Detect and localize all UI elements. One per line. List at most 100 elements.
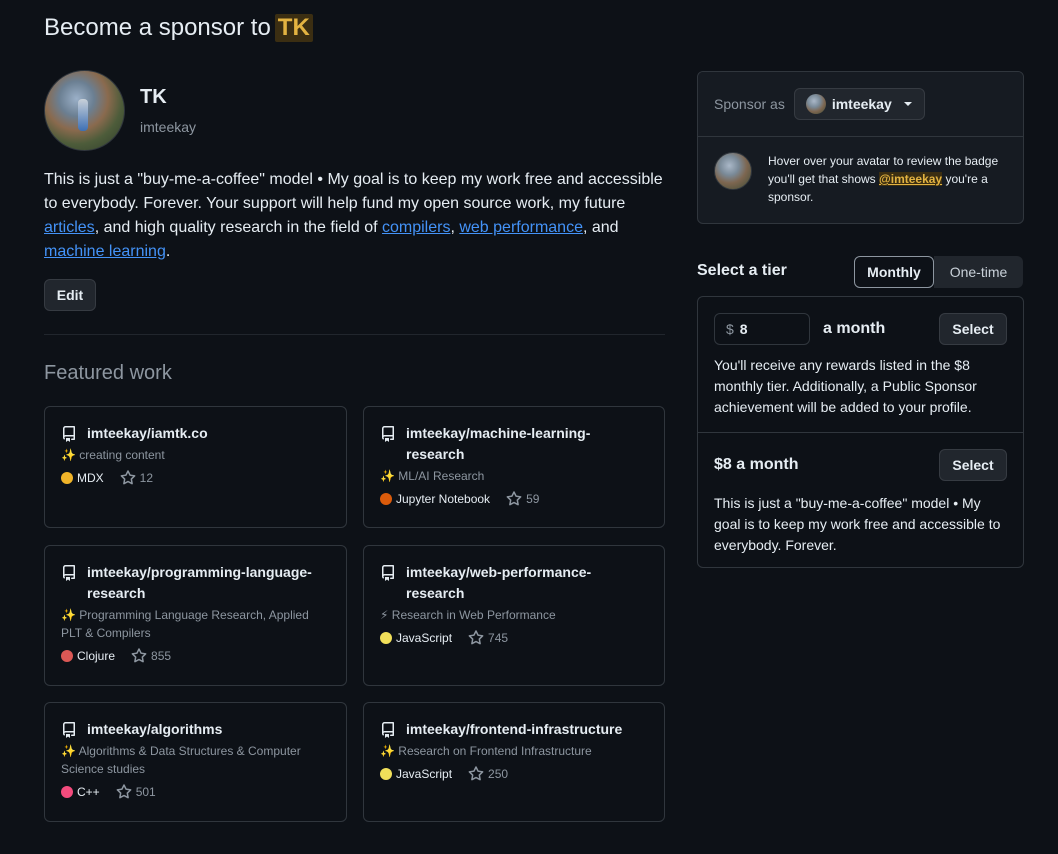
sponsor-badge-avatar[interactable] — [714, 152, 752, 190]
repo-link[interactable]: imteekay/algorithms — [87, 719, 222, 740]
repo-icon — [63, 722, 75, 738]
caret-down-icon — [903, 102, 912, 106]
repo-description: ✨ Programming Language Research, Applied… — [61, 606, 330, 642]
repo-description-text: Algorithms & Data Structures & Computer … — [61, 744, 301, 776]
articles-link[interactable]: articles — [44, 219, 95, 236]
language-name: JavaScript — [396, 767, 453, 781]
repo-language: Jupyter Notebook — [380, 492, 490, 506]
star-count: 745 — [488, 631, 509, 645]
repo-card: imteekay/frontend-infrastructure ✨ Resea… — [363, 702, 665, 822]
repo-description: ✨ creating content — [61, 446, 330, 464]
repo-icon — [63, 565, 75, 581]
star-icon — [120, 470, 136, 485]
repo-card: imteekay/iamtk.co ✨ creating content MDX… — [44, 406, 347, 528]
repo-icon — [382, 426, 394, 442]
tier-description: This is just a "buy-me-a-coffee" model •… — [714, 495, 1001, 553]
select-tier-title: Select a tier — [697, 262, 787, 279]
repo-description: ⚡ Research in Web Performance — [380, 606, 648, 624]
currency-symbol: $ — [726, 321, 734, 337]
repo-stars[interactable]: 59 — [506, 491, 539, 507]
sparkles-icon: ✨ — [380, 469, 395, 483]
custom-amount-input[interactable]: $ 8 — [714, 313, 810, 345]
profile-name: TK — [140, 86, 167, 108]
language-color-dot — [380, 493, 392, 505]
star-icon — [116, 784, 132, 799]
repo-card: imteekay/machine-learning-research ✨ ML/… — [363, 406, 665, 528]
sponsor-as-panel: Sponsor as imteekay Hover over your avat… — [697, 71, 1024, 224]
language-color-dot — [380, 632, 392, 644]
repo-link[interactable]: imteekay/frontend-infrastructure — [406, 719, 622, 740]
repo-link[interactable]: imteekay/web-performance-research — [406, 562, 648, 604]
custom-amount-value: 8 — [739, 321, 748, 337]
language-color-dot — [380, 768, 392, 780]
repo-link[interactable]: imteekay/programming-language-research — [87, 562, 330, 604]
repo-stars[interactable]: 12 — [120, 470, 153, 486]
divider — [44, 334, 665, 335]
monthly-toggle[interactable]: Monthly — [854, 256, 934, 288]
tier-list: $ 8 a month Select You'll receive any re… — [697, 296, 1024, 568]
star-count: 501 — [135, 785, 156, 799]
repo-stars[interactable]: 745 — [468, 630, 508, 646]
language-color-dot — [61, 786, 73, 798]
custom-tier: $ 8 a month Select You'll receive any re… — [698, 297, 1023, 433]
avatar[interactable] — [44, 70, 125, 151]
repo-description-text: Programming Language Research, Applied P… — [61, 608, 309, 640]
repo-description-text: creating content — [79, 448, 165, 462]
repo-icon — [382, 722, 394, 738]
star-icon — [131, 648, 147, 663]
star-count: 855 — [151, 649, 172, 663]
badge-hint: Hover over your avatar to review the bad… — [768, 152, 1007, 206]
lightning-icon: ⚡ — [380, 608, 389, 622]
repo-icon — [63, 426, 75, 442]
repo-stars[interactable]: 855 — [131, 648, 171, 664]
select-tier-button[interactable]: Select — [939, 449, 1007, 481]
star-icon — [468, 766, 484, 781]
sparkles-icon: ✨ — [61, 608, 76, 622]
custom-period-label: a month — [823, 320, 886, 337]
page-title-highlight: TK — [274, 14, 313, 42]
featured-work-title: Featured work — [44, 362, 172, 384]
profile-header: TK imteekay — [44, 70, 196, 151]
language-color-dot — [61, 650, 73, 662]
edit-button[interactable]: Edit — [44, 279, 96, 311]
machine-learning-link[interactable]: machine learning — [44, 243, 166, 260]
repo-language: MDX — [61, 471, 104, 485]
language-name: Jupyter Notebook — [396, 492, 491, 506]
repo-language: Clojure — [61, 649, 115, 663]
repo-stars[interactable]: 250 — [468, 766, 508, 782]
bio-text: , and — [582, 219, 619, 236]
repo-description: ✨ Algorithms & Data Structures & Compute… — [61, 742, 330, 778]
custom-tier-description: You'll receive any rewards listed in the… — [714, 357, 977, 415]
repo-icon — [382, 565, 394, 581]
bio-text: . — [165, 243, 171, 260]
page-title: Become a sponsor to TK — [44, 14, 313, 42]
repo-description-text: Research on Frontend Infrastructure — [398, 744, 592, 758]
repo-stars[interactable]: 501 — [116, 784, 156, 800]
tier-name: $8 a month — [714, 456, 799, 473]
select-custom-tier-button[interactable]: Select — [939, 313, 1007, 345]
star-icon — [468, 630, 484, 645]
star-count: 59 — [526, 492, 540, 506]
sponsor-account-dropdown[interactable]: imteekay — [793, 88, 925, 120]
user-mention-link[interactable]: @imteekay — [879, 172, 943, 186]
repo-link[interactable]: imteekay/iamtk.co — [87, 423, 208, 444]
sponsor-as-label: Sponsor as — [714, 96, 785, 112]
account-name: imteekay — [831, 96, 892, 112]
sparkles-icon: ✨ — [61, 448, 76, 462]
star-count: 250 — [488, 767, 509, 781]
repo-link[interactable]: imteekay/machine-learning-research — [406, 423, 648, 465]
repo-description: ✨ ML/AI Research — [380, 467, 648, 485]
language-color-dot — [61, 472, 73, 484]
profile-login: imteekay — [140, 119, 197, 135]
repo-description: ✨ Research on Frontend Infrastructure — [380, 742, 648, 760]
repo-description-text: ML/AI Research — [398, 469, 485, 483]
one-time-toggle[interactable]: One-time — [934, 256, 1023, 288]
repo-description-text: Research in Web Performance — [391, 608, 556, 622]
star-count: 12 — [139, 471, 154, 485]
compilers-link[interactable]: compilers — [382, 219, 450, 236]
fixed-tier: $8 a month Select This is just a "buy-me… — [698, 433, 1023, 556]
web-performance-link[interactable]: web performance — [459, 219, 583, 236]
repo-card: imteekay/programming-language-research ✨… — [44, 545, 347, 686]
language-name: MDX — [77, 471, 104, 485]
repo-language: JavaScript — [380, 767, 452, 781]
